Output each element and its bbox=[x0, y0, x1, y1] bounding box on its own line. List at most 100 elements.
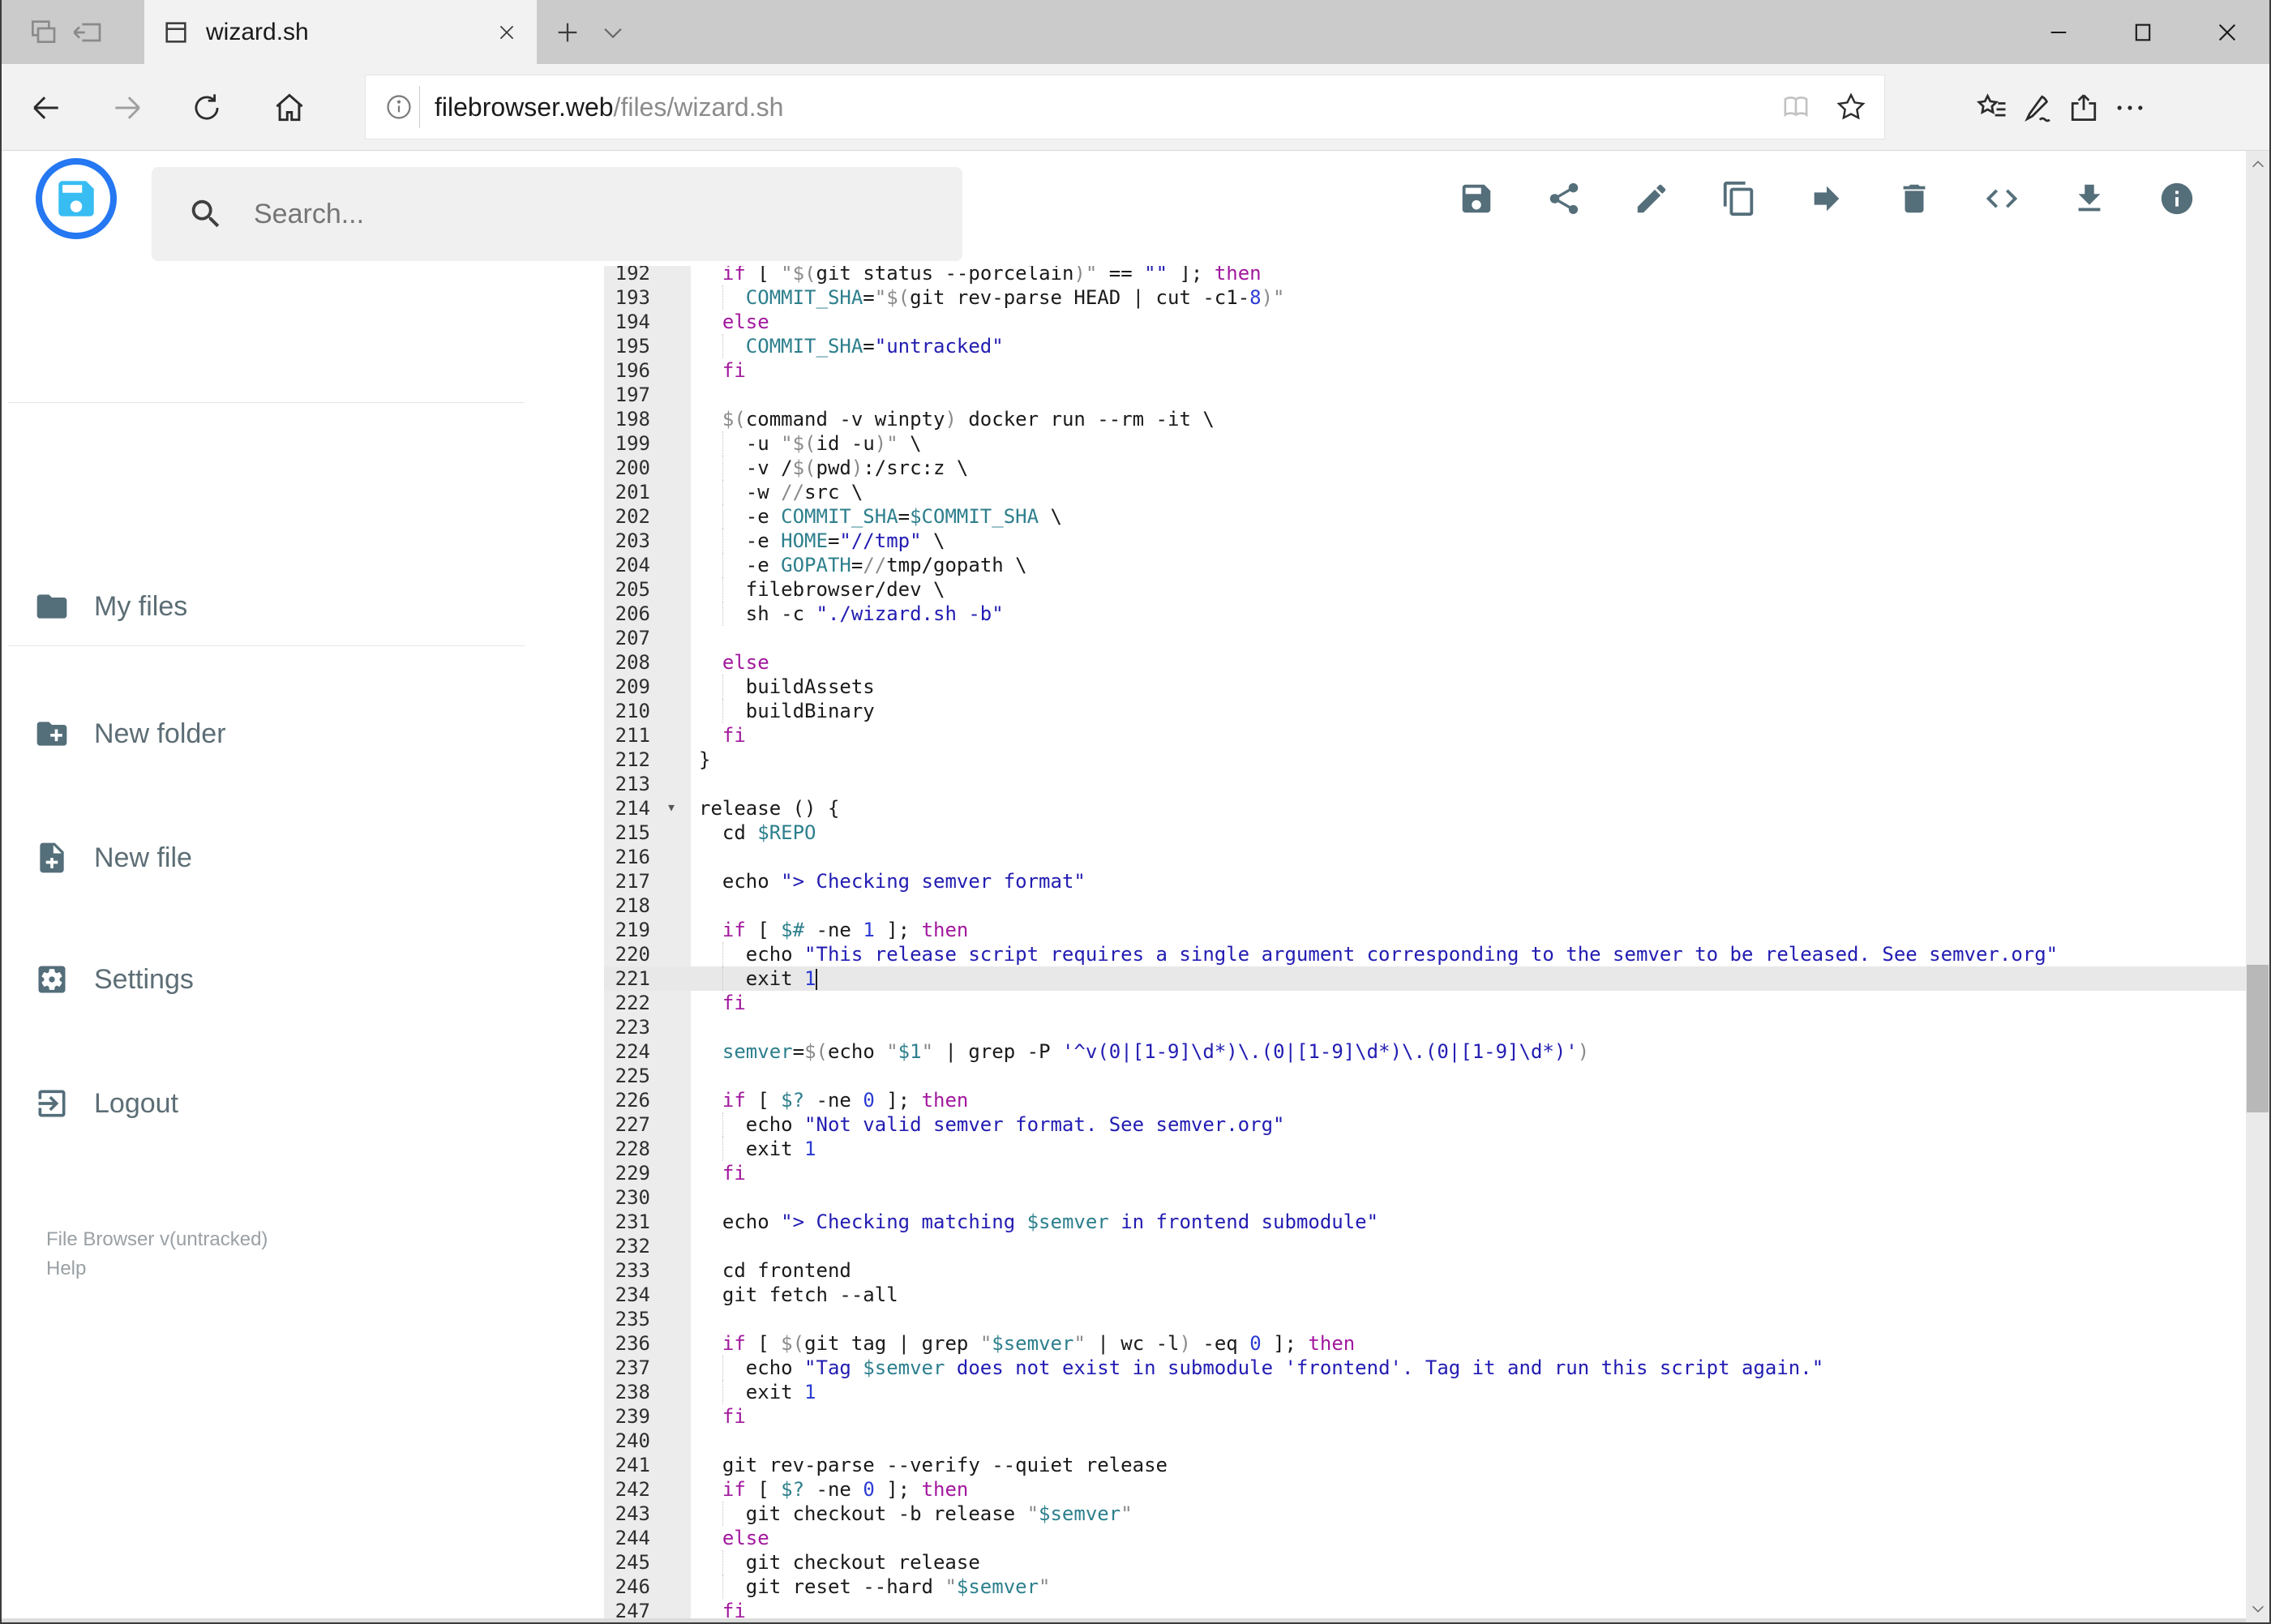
minimize-button[interactable] bbox=[2016, 0, 2101, 64]
sidebar-item-new-folder[interactable]: New folder bbox=[2, 709, 569, 758]
code-line[interactable]: 205 filebrowser/dev \ bbox=[604, 577, 2246, 602]
code-line[interactable]: 206 sh -c "./wizard.sh -b" bbox=[604, 602, 2246, 626]
code-line[interactable]: 237 echo "Tag $semver does not exist in … bbox=[604, 1356, 2246, 1380]
tab-list-chevron-button[interactable] bbox=[590, 0, 636, 64]
code-line[interactable]: 217 echo "> Checking semver format" bbox=[604, 869, 2246, 893]
code-line[interactable]: 235 bbox=[604, 1307, 2246, 1331]
search-bar[interactable]: Search... bbox=[152, 167, 962, 261]
line-number-gutter[interactable]: 206 bbox=[604, 602, 691, 626]
delete-button[interactable] bbox=[1896, 180, 1933, 217]
code-line[interactable]: 228 exit 1 bbox=[604, 1137, 2246, 1161]
home-button[interactable] bbox=[257, 75, 322, 140]
line-number-gutter[interactable]: 201 bbox=[604, 480, 691, 504]
browser-tab[interactable]: wizard.sh bbox=[144, 0, 537, 64]
code-line[interactable]: 201 -w //src \ bbox=[604, 480, 2246, 504]
scrollbar-up-arrow[interactable] bbox=[2246, 152, 2269, 177]
code-line[interactable]: 209 buildAssets bbox=[604, 675, 2246, 699]
line-number-gutter[interactable]: 197 bbox=[604, 383, 691, 407]
line-number-gutter[interactable]: 202 bbox=[604, 504, 691, 529]
line-number-gutter[interactable]: 217 bbox=[604, 869, 691, 893]
code-line[interactable]: 195 COMMIT_SHA="untracked" bbox=[604, 334, 2246, 358]
code-line[interactable]: 193 COMMIT_SHA="$(git rev-parse HEAD | c… bbox=[604, 285, 2246, 310]
back-button[interactable] bbox=[14, 75, 79, 140]
edit-button[interactable] bbox=[1633, 180, 1670, 217]
code-line[interactable]: 234 git fetch --all bbox=[604, 1283, 2246, 1307]
code-line[interactable]: 244 else bbox=[604, 1526, 2246, 1550]
line-number-gutter[interactable]: 238 bbox=[604, 1380, 691, 1404]
line-number-gutter[interactable]: 234 bbox=[604, 1283, 691, 1307]
code-line[interactable]: 245 git checkout release bbox=[604, 1550, 2246, 1575]
sidebar-item-new-file[interactable]: New file bbox=[2, 833, 569, 882]
code-line[interactable]: 238 exit 1 bbox=[604, 1380, 2246, 1404]
line-number-gutter[interactable]: 205 bbox=[604, 577, 691, 602]
save-button[interactable] bbox=[1458, 180, 1495, 217]
code-line[interactable]: 218 bbox=[604, 893, 2246, 918]
line-number-gutter[interactable]: 246 bbox=[604, 1575, 691, 1599]
line-number-gutter[interactable]: 247 bbox=[604, 1599, 691, 1618]
sidebar-item-my-files[interactable]: My files bbox=[2, 582, 569, 631]
code-line[interactable]: 227 echo "Not valid semver format. See s… bbox=[604, 1112, 2246, 1137]
line-number-gutter[interactable]: 214 ▾ bbox=[604, 796, 691, 821]
code-line[interactable]: 204 -e GOPATH=//tmp/gopath \ bbox=[604, 553, 2246, 577]
code-line[interactable]: 226 if [ $? -ne 0 ]; then bbox=[604, 1088, 2246, 1112]
line-number-gutter[interactable]: 229 bbox=[604, 1161, 691, 1185]
line-number-gutter[interactable]: 241 bbox=[604, 1453, 691, 1477]
code-line-active[interactable]: 221 exit 1 bbox=[604, 966, 2246, 991]
line-number-gutter[interactable]: 221 bbox=[604, 966, 691, 991]
scrollbar-thumb[interactable] bbox=[2247, 965, 2269, 1112]
code-line[interactable]: 233 cd frontend bbox=[604, 1258, 2246, 1283]
url-bar[interactable]: filebrowser.web/files/wizard.sh bbox=[365, 75, 1885, 139]
code-line[interactable]: 224 semver=$(echo "$1" | grep -P '^v(0|[… bbox=[604, 1039, 2246, 1064]
line-number-gutter[interactable]: 242 bbox=[604, 1477, 691, 1502]
line-number-gutter[interactable]: 244 bbox=[604, 1526, 691, 1550]
code-line[interactable]: 196 fi bbox=[604, 358, 2246, 383]
add-favorite-star-icon[interactable] bbox=[1834, 90, 1868, 124]
code-line[interactable]: 240 bbox=[604, 1429, 2246, 1453]
close-window-button[interactable] bbox=[2185, 0, 2269, 64]
code-line[interactable]: 212} bbox=[604, 748, 2246, 772]
code-line[interactable]: 219 if [ $# -ne 1 ]; then bbox=[604, 918, 2246, 942]
line-number-gutter[interactable]: 235 bbox=[604, 1307, 691, 1331]
line-number-gutter[interactable]: 212 bbox=[604, 748, 691, 772]
line-number-gutter[interactable]: 243 bbox=[604, 1502, 691, 1526]
line-number-gutter[interactable]: 207 bbox=[604, 626, 691, 650]
line-number-gutter[interactable]: 224 bbox=[604, 1039, 691, 1064]
code-line[interactable]: 208 else bbox=[604, 650, 2246, 675]
code-line[interactable]: 194 else bbox=[604, 310, 2246, 334]
code-line[interactable]: 197 bbox=[604, 383, 2246, 407]
line-number-gutter[interactable]: 216 bbox=[604, 845, 691, 869]
line-number-gutter[interactable]: 195 bbox=[604, 334, 691, 358]
code-line[interactable]: 231 echo "> Checking matching $semver in… bbox=[604, 1210, 2246, 1234]
scrollbar-down-arrow[interactable] bbox=[2246, 1596, 2269, 1621]
help-link[interactable]: Help bbox=[46, 1254, 268, 1283]
line-number-gutter[interactable]: 211 bbox=[604, 723, 691, 748]
code-line[interactable]: 236 if [ $(git tag | grep "$semver" | wc… bbox=[604, 1331, 2246, 1356]
new-tab-button[interactable] bbox=[545, 0, 590, 64]
line-number-gutter[interactable]: 199 bbox=[604, 431, 691, 456]
line-number-gutter[interactable]: 225 bbox=[604, 1064, 691, 1088]
code-button[interactable] bbox=[1983, 180, 2020, 217]
line-number-gutter[interactable]: 231 bbox=[604, 1210, 691, 1234]
code-line[interactable]: 207 bbox=[604, 626, 2246, 650]
code-line[interactable]: 192 if [ "$(git status --porcelain)" == … bbox=[604, 266, 2246, 285]
line-number-gutter[interactable]: 245 bbox=[604, 1550, 691, 1575]
page-info-icon[interactable] bbox=[383, 92, 414, 122]
code-line[interactable]: 198 $(command -v winpty) docker run --rm… bbox=[604, 407, 2246, 431]
code-line[interactable]: 239 fi bbox=[604, 1404, 2246, 1429]
line-number-gutter[interactable]: 209 bbox=[604, 675, 691, 699]
line-number-gutter[interactable]: 198 bbox=[604, 407, 691, 431]
line-number-gutter[interactable]: 204 bbox=[604, 553, 691, 577]
tab-close-icon[interactable] bbox=[496, 22, 517, 43]
code-line[interactable]: 230 bbox=[604, 1185, 2246, 1210]
code-line[interactable]: 242 if [ $? -ne 0 ]; then bbox=[604, 1477, 2246, 1502]
line-number-gutter[interactable]: 200 bbox=[604, 456, 691, 480]
share-button[interactable] bbox=[1545, 180, 1583, 217]
line-number-gutter[interactable]: 237 bbox=[604, 1356, 691, 1380]
code-line[interactable]: 215 cd $REPO bbox=[604, 821, 2246, 845]
code-line[interactable]: 199 -u "$(id -u)" \ bbox=[604, 431, 2246, 456]
sidebar-item-settings[interactable]: Settings bbox=[2, 955, 569, 1004]
download-button[interactable] bbox=[2071, 180, 2108, 217]
line-number-gutter[interactable]: 210 bbox=[604, 699, 691, 723]
line-number-gutter[interactable]: 213 bbox=[604, 772, 691, 796]
set-tabs-aside-button[interactable] bbox=[65, 0, 110, 64]
